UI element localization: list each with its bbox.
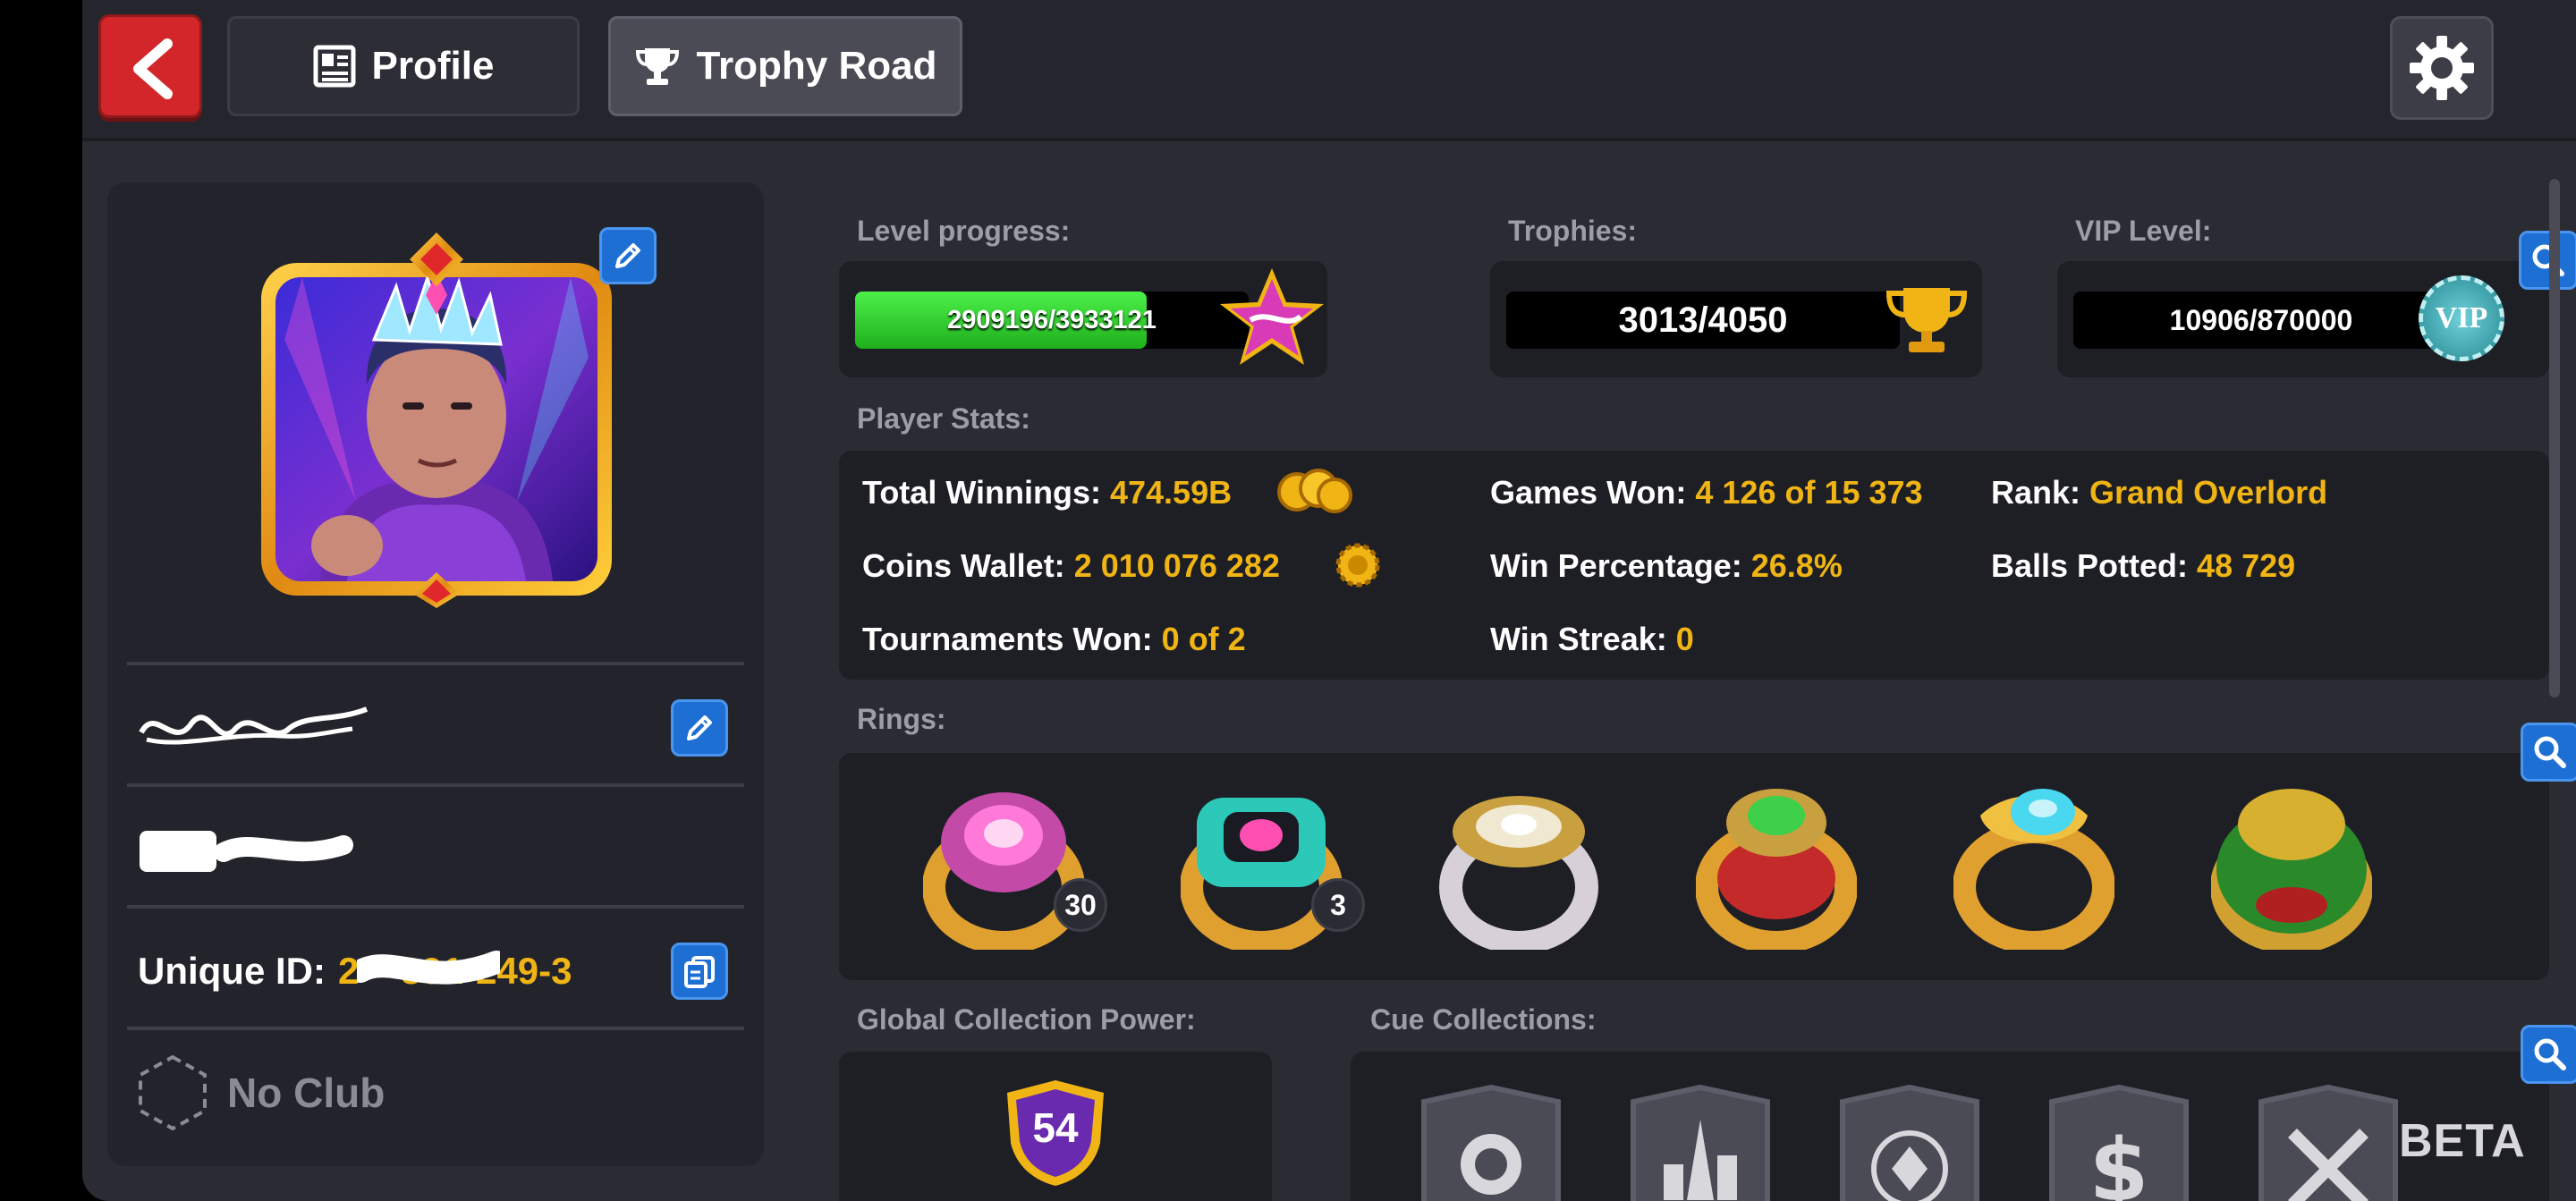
search-icon <box>2534 736 2566 768</box>
username-row <box>138 674 737 782</box>
country-row <box>138 796 737 903</box>
ring-count-badge: 3 <box>1311 878 1365 932</box>
cue-collections-info-button[interactable] <box>2521 1025 2576 1084</box>
trophy-icon <box>635 48 679 85</box>
stat-win-streak: Win Streak: 0 <box>1490 621 1694 657</box>
divider <box>127 662 744 665</box>
stat-coins-wallet: Coins Wallet: 2 010 076 282 <box>862 547 1280 584</box>
settings-button[interactable] <box>2390 16 2494 120</box>
stat-games-won: Games Won: 4 126 of 15 373 <box>1490 474 1923 511</box>
club-row[interactable]: No Club <box>138 1039 737 1146</box>
stat-tournaments-won: Tournaments Won: 0 of 2 <box>862 621 1246 657</box>
vip-box: 10906/870000 VIP <box>2057 261 2549 377</box>
level-box: 2909196/3933121 <box>839 261 1327 377</box>
ring-item[interactable] <box>1695 780 1858 954</box>
coin-icon <box>1335 543 1380 588</box>
trophies-value: 3013/4050 <box>1618 300 1788 340</box>
vip-value: 10906/870000 <box>2169 304 2353 336</box>
avatar[interactable] <box>249 233 624 608</box>
stat-balls-potted: Balls Potted: 48 729 <box>1991 547 2296 584</box>
collection-power-label: Global Collection Power: <box>857 1003 1196 1036</box>
level-progress-bar: 2909196/3933121 <box>855 292 1249 349</box>
redaction-scribble <box>357 951 500 985</box>
club-name: No Club <box>227 1070 386 1116</box>
ring-item[interactable] <box>1953 780 2115 954</box>
divider <box>127 905 744 909</box>
divider <box>127 783 744 787</box>
redacted-username <box>139 706 369 745</box>
app-window: Profile Trophy Road Unique ID: 2**-391-2… <box>82 0 2576 1201</box>
ring-item[interactable] <box>1180 780 1343 954</box>
level-progress-text: 2909196/3933121 <box>947 306 1157 334</box>
tab-profile-label: Profile <box>371 44 495 88</box>
vip-badge-text: VIP <box>2435 301 2488 334</box>
level-star-icon <box>1220 268 1324 365</box>
trophy-icon <box>1885 288 1968 352</box>
trophies-box: 3013/4050 <box>1490 261 1982 377</box>
vip-bar: 10906/870000 <box>2073 292 2449 349</box>
cue-collection-landmarks[interactable] <box>1624 1084 1776 1201</box>
stat-total-winnings: Total Winnings: 474.59B <box>862 474 1233 511</box>
divider <box>127 1027 744 1030</box>
edit-name-button[interactable] <box>671 699 728 757</box>
ring-item[interactable] <box>1438 780 1599 954</box>
search-icon <box>2534 1038 2566 1070</box>
pencil-icon <box>615 243 640 268</box>
cue-collection-swords[interactable] <box>2252 1084 2404 1201</box>
coins-stack-icon <box>1277 469 1352 513</box>
stat-rank: Rank: Grand Overlord <box>1991 474 2328 511</box>
back-button[interactable] <box>98 14 202 118</box>
ring-item[interactable] <box>922 780 1085 954</box>
tab-profile[interactable]: Profile <box>227 16 580 116</box>
unique-id-label: Unique ID: <box>138 950 326 992</box>
trophies-label: Trophies: <box>1508 215 1638 247</box>
cue-collections-label: Cue Collections: <box>1370 1003 1597 1036</box>
level-label: Level progress: <box>857 215 1071 247</box>
edit-avatar-button[interactable] <box>599 227 657 284</box>
unique-id-row: Unique ID: 2**-391-249-3 <box>138 918 737 1025</box>
cue-collection-diamond[interactable] <box>1834 1084 1986 1201</box>
copy-icon <box>684 956 715 988</box>
profile-panel: Unique ID: 2**-391-249-3 No Club <box>107 182 764 1166</box>
ring-item[interactable] <box>2210 780 2373 954</box>
redacted-country <box>140 831 353 872</box>
collection-power-shield: 54 <box>1002 1077 1109 1189</box>
tab-trophy-road[interactable]: Trophy Road <box>608 16 962 116</box>
trophies-bar: 3013/4050 <box>1506 292 1900 349</box>
pencil-icon <box>687 715 712 740</box>
cue-collection-8ball[interactable] <box>1415 1084 1567 1201</box>
player-stats-label: Player Stats: <box>857 402 1030 435</box>
top-bar: Profile Trophy Road <box>82 0 2576 141</box>
vip-info-button[interactable] <box>2519 231 2576 290</box>
stat-win-percentage: Win Percentage: 26.8% <box>1490 547 1843 584</box>
profile-card-icon <box>313 45 356 88</box>
club-hexagon-icon <box>139 1054 207 1131</box>
copy-id-button[interactable] <box>671 943 728 1000</box>
ring-count-badge: 30 <box>1054 878 1107 932</box>
rings-info-button[interactable] <box>2521 723 2576 782</box>
rings-label: Rings: <box>857 703 946 735</box>
chevron-left-icon <box>133 38 173 99</box>
gear-icon <box>2410 36 2474 100</box>
tab-trophy-road-label: Trophy Road <box>696 44 937 88</box>
dollar-icon: $ <box>2089 1121 2149 1201</box>
scrollbar[interactable] <box>2549 179 2560 698</box>
search-icon <box>2532 244 2564 276</box>
vip-badge-icon: VIP <box>2419 275 2504 361</box>
vip-label: VIP Level: <box>2075 215 2212 247</box>
beta-label: BETA <box>2399 1115 2526 1167</box>
cue-collection-money[interactable]: $ <box>2043 1084 2195 1201</box>
collection-power-value: 54 <box>1032 1104 1079 1151</box>
